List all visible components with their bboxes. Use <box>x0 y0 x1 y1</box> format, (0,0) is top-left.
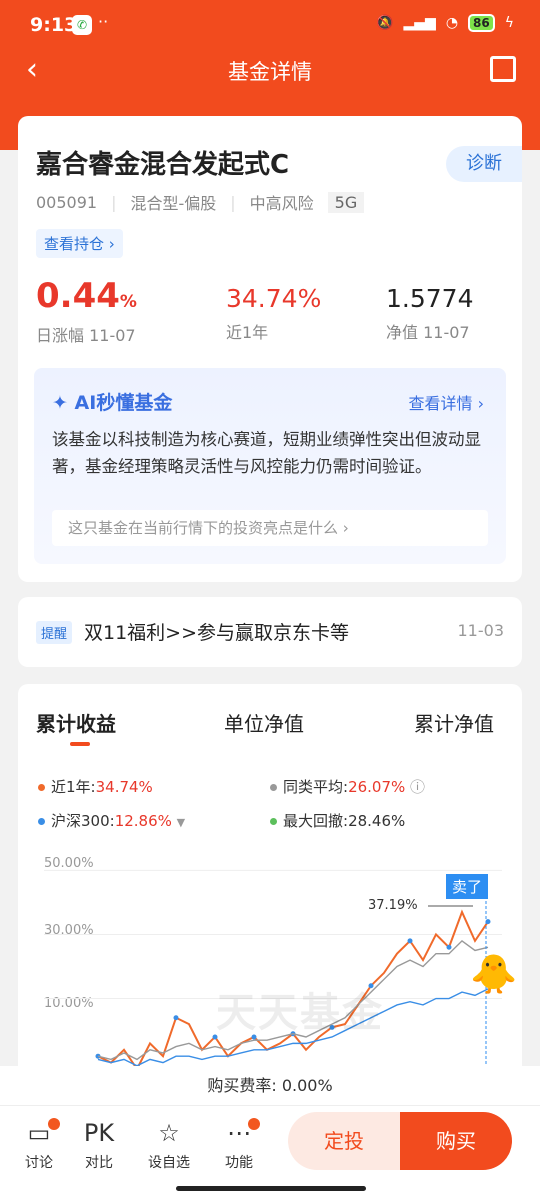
compare-button[interactable]: PK 对比 <box>74 1116 124 1172</box>
status-bar: 9:13 ✆ ·· 🔕 ▂▄▆ ◔ 86 ϟ <box>0 0 540 50</box>
fund-info-card: 嘉合睿金混合发起式C 诊断 005091 | 混合型-偏股 | 中高风险 5G … <box>18 116 522 582</box>
wechat-icon: ✆ <box>72 15 92 35</box>
performance-chart-card: 累计收益 单位净值 累计净值 近1年:34.74% 同类平均:26.07% ⓘ … <box>18 684 522 1084</box>
more-icon: ⋯ <box>214 1116 264 1150</box>
purchase-fee: 购买费率: 0.00% <box>0 1066 540 1106</box>
ai-summary-text: 该基金以科技制造为核心赛道，短期业绩弹性突出但波动显著，基金经理策略灵活性与风控… <box>52 430 481 476</box>
notice-tag: 提醒 <box>36 621 73 644</box>
ai-suggested-question[interactable]: 这只基金在当前行情下的投资亮点是什么 › <box>52 510 488 546</box>
status-icons: 🔕 ▂▄▆ ◔ 86 ϟ <box>376 14 514 32</box>
chat-icon: ▭ <box>14 1116 64 1150</box>
notification-dots: ·· <box>98 12 109 31</box>
mascot-icon[interactable]: 🐥 <box>470 952 517 997</box>
ai-summary-box: ✦ AI秒懂基金 查看详情 › 该基金以科技制造为核心赛道，短期业绩弹性突出但波… <box>34 368 506 564</box>
signal-icon: ▂▄▆ <box>403 15 436 31</box>
functions-button[interactable]: ⋯ 功能 <box>214 1116 264 1172</box>
daily-change-value: 0.44% <box>36 276 137 316</box>
share-icon[interactable] <box>490 56 516 82</box>
diagnose-button[interactable]: 诊断 <box>446 146 522 182</box>
watermark: 天天基金 <box>216 990 384 1036</box>
sell-marker[interactable]: 卖了 <box>446 874 489 899</box>
divider: | <box>230 192 236 212</box>
view-holdings-button[interactable]: 查看持仓 › <box>36 229 123 258</box>
divider: | <box>111 192 117 212</box>
fund-type: 混合型-偏股 <box>130 194 217 213</box>
buy-button[interactable]: 购买 <box>400 1112 512 1170</box>
nav-stat: 1.5774 净值 11-07 <box>386 276 473 343</box>
trade-point <box>446 944 452 950</box>
discuss-button[interactable]: ▭ 讨论 <box>14 1116 64 1172</box>
fund-level-badge: 5G <box>327 191 365 213</box>
nav-label: 净值 11-07 <box>386 323 470 342</box>
sparkle-icon: ✦ <box>52 392 68 414</box>
fund-name: 嘉合睿金混合发起式C <box>36 150 290 180</box>
notice-date: 11-03 <box>457 621 505 640</box>
charging-icon: ϟ <box>504 15 514 31</box>
star-icon: ☆ <box>158 1119 180 1147</box>
wifi-icon: ◔ <box>445 15 459 31</box>
unread-dot <box>248 1118 260 1130</box>
battery-icon: 86 <box>468 14 495 32</box>
unread-dot <box>48 1118 60 1130</box>
page-title: 基金详情 <box>228 60 312 84</box>
year-return-stat: 34.74% 近1年 <box>226 276 321 343</box>
year-return-value: 34.74% <box>226 284 322 313</box>
fund-risk: 中高风险 <box>249 194 314 213</box>
peak-label: 37.19% <box>368 898 418 913</box>
notice-card[interactable]: 提醒 双11福利>>参与赢取京东卡等 11-03 <box>18 597 522 667</box>
fund-code: 005091 <box>36 192 98 212</box>
add-watchlist-button[interactable]: ☆ 设自选 <box>144 1116 194 1172</box>
ai-view-details-link[interactable]: 查看详情 › <box>409 390 485 414</box>
nav-bar: ‹ 基金详情 <box>0 50 540 90</box>
daily-change-label: 日涨幅 11-07 <box>36 326 136 345</box>
pk-icon: PK <box>83 1119 115 1147</box>
status-time: 9:13 <box>30 14 78 36</box>
fixed-investment-button[interactable]: 定投 <box>288 1112 400 1170</box>
ai-title: ✦ AI秒懂基金 <box>52 392 173 414</box>
mute-icon: 🔕 <box>376 15 394 31</box>
year-return-label: 近1年 <box>226 323 269 342</box>
daily-change-stat: 0.44% 日涨幅 11-07 <box>36 276 137 346</box>
home-indicator[interactable] <box>176 1186 366 1191</box>
fund-meta: 005091 | 混合型-偏股 | 中高风险 5G <box>36 190 365 214</box>
nav-value: 1.5774 <box>386 284 474 313</box>
notice-text: 双11福利>>参与赢取京东卡等 <box>84 622 350 644</box>
trade-point <box>173 1015 179 1021</box>
trade-point <box>407 938 413 944</box>
